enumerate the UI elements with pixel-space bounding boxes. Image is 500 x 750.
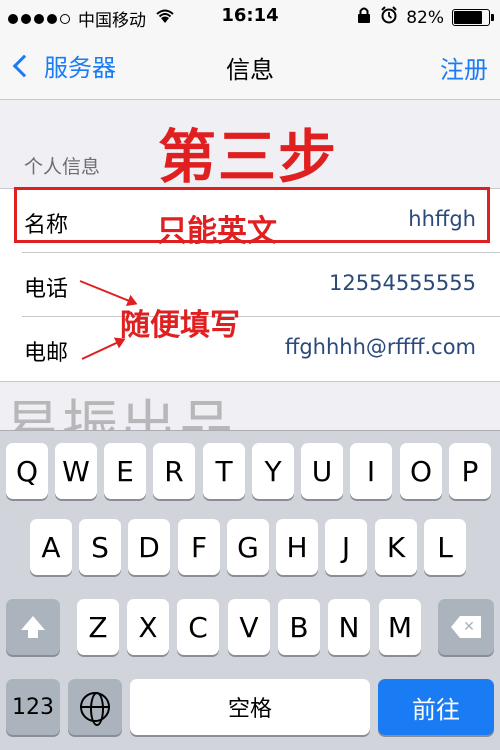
battery-percent: 82% [406,7,444,28]
key-k[interactable]: K [375,519,417,575]
key-v[interactable]: V [228,599,270,655]
key-l[interactable]: L [424,519,466,575]
key-t[interactable]: T [203,443,245,499]
page-title: 信息 [226,56,274,84]
key-y[interactable]: Y [252,443,294,499]
key-f[interactable]: F [178,519,220,575]
battery-level-fill [454,11,482,24]
globe-icon [80,692,110,726]
go-key[interactable]: 前往 [378,679,494,735]
globe-key[interactable] [68,679,122,735]
alarm-icon [380,6,398,29]
numbers-key[interactable]: 123 [6,679,60,735]
email-row[interactable]: 电邮 ffghhhh@rffff.com [22,317,500,381]
go-key-label: 前往 [412,695,460,724]
status-right: 82% [356,6,494,29]
step-annotation: 第三步 [158,123,339,191]
shift-icon [21,616,45,638]
shift-key[interactable] [6,599,60,655]
email-label: 电邮 [24,341,69,366]
name-label: 名称 [24,213,69,238]
keyboard: Q W E R T Y U I O P A S D F G H J K L Z … [0,430,500,750]
key-o[interactable]: O [400,443,442,499]
key-g[interactable]: G [227,519,269,575]
key-m[interactable]: M [379,599,421,655]
key-c[interactable]: C [177,599,219,655]
key-n[interactable]: N [328,599,370,655]
lock-rotation-icon [356,6,372,29]
key-x[interactable]: X [127,599,169,655]
delete-icon: ✕ [451,616,481,638]
key-e[interactable]: E [104,443,146,499]
key-d[interactable]: D [128,519,170,575]
english-only-annotation: 只能英文 [157,214,277,249]
form-content: 第三步 个人信息 名称 hhffgh 电话 12554555555 电邮 ffg… [0,100,500,460]
section-header: 个人信息 [24,156,101,178]
phone-label: 电话 [24,277,69,302]
phone-field[interactable]: 12554555555 [329,271,476,295]
space-key[interactable]: 空格 [130,679,370,735]
battery-icon [452,9,494,26]
register-button[interactable]: 注册 [440,50,488,85]
key-s[interactable]: S [79,519,121,575]
key-w[interactable]: W [55,443,97,499]
key-u[interactable]: U [301,443,343,499]
name-field[interactable]: hhffgh [408,207,476,231]
key-h[interactable]: H [276,519,318,575]
key-i[interactable]: I [350,443,392,499]
email-field[interactable]: ffghhhh@rffff.com [285,335,476,359]
fill-freely-annotation: 随便填写 [120,308,240,343]
status-bar: 中国移动 16:14 82% [0,0,500,34]
delete-key[interactable]: ✕ [438,599,494,655]
key-p[interactable]: P [449,443,491,499]
key-z[interactable]: Z [77,599,119,655]
key-b[interactable]: B [278,599,320,655]
navigation-bar: 服务器 信息 注册 [0,34,500,100]
key-j[interactable]: J [325,519,367,575]
key-r[interactable]: R [153,443,195,499]
key-a[interactable]: A [30,519,72,575]
key-q[interactable]: Q [6,443,48,499]
